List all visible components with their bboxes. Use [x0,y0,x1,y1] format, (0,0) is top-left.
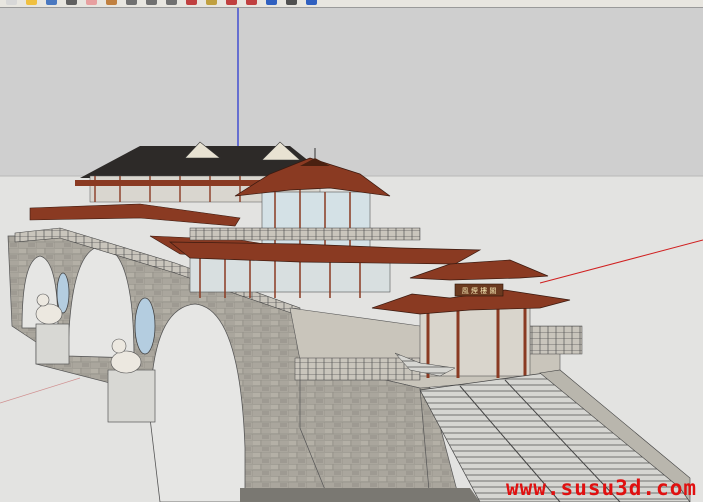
open-icon[interactable] [24,0,40,7]
new-icon[interactable] [4,0,20,7]
watermark: www.susu3d.com [505,476,697,500]
circle-icon[interactable] [144,0,160,7]
eraser-icon[interactable] [84,0,100,7]
move-icon[interactable] [184,0,200,7]
plaque-text: 風 煙 樓 閣 [462,286,497,295]
save-icon[interactable] [44,0,60,7]
rotate-icon[interactable] [224,0,240,7]
zoom-icon[interactable] [284,0,300,7]
arc-icon[interactable] [164,0,180,7]
rectangle-icon[interactable] [124,0,140,7]
toolbar [0,0,703,8]
shadow-strip [240,488,480,502]
pencil-icon[interactable] [104,0,120,7]
follow-me-icon[interactable] [244,0,260,7]
push-pull-icon[interactable] [204,0,220,7]
model-viewport[interactable]: 風 煙 樓 閣 [0,8,703,502]
sky [0,8,703,176]
zoom-extents-icon[interactable] [304,0,320,7]
select-icon[interactable] [64,0,80,7]
orbit-icon[interactable] [264,0,280,7]
